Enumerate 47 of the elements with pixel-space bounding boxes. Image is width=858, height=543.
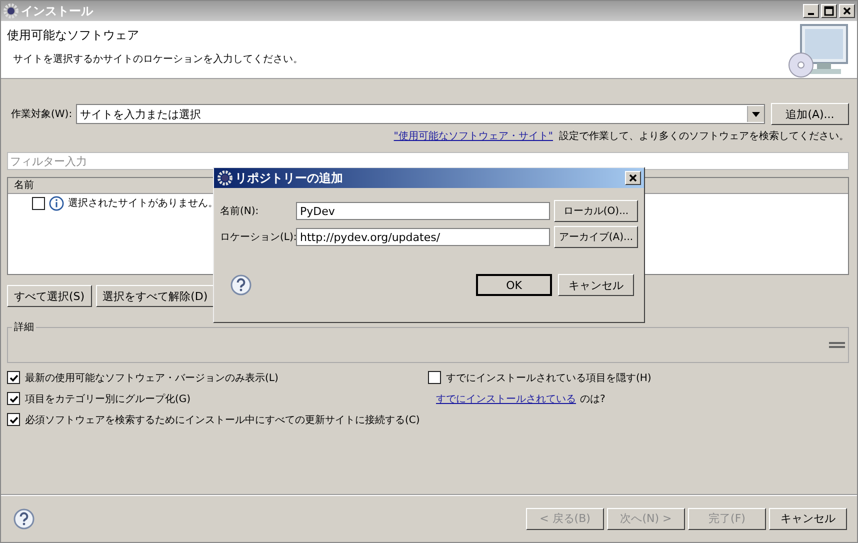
maximize-button[interactable] <box>821 4 837 18</box>
checkbox[interactable] <box>428 371 441 384</box>
checkbox[interactable] <box>7 371 20 384</box>
table-cell-text: 選択されたサイトがありません。 <box>68 197 218 210</box>
cancel-button[interactable]: キャンセル <box>558 274 634 296</box>
details-label: 詳細 <box>12 320 36 334</box>
checkbox[interactable] <box>32 196 45 210</box>
minimize-button[interactable] <box>803 4 819 18</box>
help-icon[interactable] <box>230 274 252 296</box>
dialog-title: リポジトリーの追加 <box>235 170 344 186</box>
minimize-icon <box>808 13 814 15</box>
window-title: インストール <box>21 2 94 20</box>
close-button[interactable] <box>625 171 641 185</box>
page-message: サイトを選択するかサイトのロケーションを入力してください。 <box>12 52 303 66</box>
gear-icon <box>217 170 233 186</box>
browse-button[interactable]: アーカイブ(A)... <box>554 226 638 248</box>
browse-button[interactable]: ローカル(O)... <box>554 200 638 222</box>
checkbox-label: 必須ソフトウェアを検索するためにインストール中にすべての更新サイトに接続する(C) <box>25 414 420 426</box>
checkbox[interactable] <box>7 392 20 405</box>
work-with-label: 作業対象(W): <box>10 108 72 121</box>
gear-icon <box>3 3 19 19</box>
selection-button[interactable]: すべて選択(S) <box>7 285 92 307</box>
info-icon <box>49 196 64 210</box>
link-suffix-text: のは? <box>580 392 606 406</box>
selection-button[interactable]: 選択をすべて解除(D) <box>96 285 215 307</box>
resize-grip-icon[interactable] <box>828 340 846 350</box>
field-label: 名前(N): <box>220 205 260 218</box>
checkbox-label: 項目をカテゴリー別にグループ化(G) <box>25 392 191 406</box>
checkbox[interactable] <box>7 413 20 426</box>
input-field[interactable]: PyDev <box>296 202 550 220</box>
ok-button[interactable]: OK <box>476 274 552 296</box>
site-combo-box[interactable]: サイトを入力または選択 <box>76 104 765 124</box>
maximize-icon <box>824 6 834 16</box>
installed-link[interactable]: すでにインストールされている <box>436 392 576 406</box>
page-title: 使用可能なソフトウェア <box>7 27 140 44</box>
close-button[interactable] <box>839 4 855 18</box>
help-icon[interactable] <box>13 508 35 530</box>
checkbox-label: すでにインストールされている項目を隠す(H) <box>446 372 652 384</box>
add-button[interactable]: 追加(A)... <box>771 103 849 125</box>
checkbox-label: 最新の使用可能なソフトウェア・バージョンのみ表示(L) <box>25 372 278 384</box>
hint-text: 設定で作業して、より多くのソフトウェアを検索してください。 <box>559 130 849 143</box>
wizard-button[interactable]: キャンセル <box>769 508 847 530</box>
input-field[interactable]: http://pydev.org/updates/ <box>296 228 550 246</box>
close-icon <box>842 6 852 16</box>
filter-field[interactable]: フィルター入力 <box>7 152 849 170</box>
close-icon <box>628 173 638 183</box>
available-sites-link[interactable]: "使用可能なソフトウェア・サイト" <box>394 129 553 143</box>
